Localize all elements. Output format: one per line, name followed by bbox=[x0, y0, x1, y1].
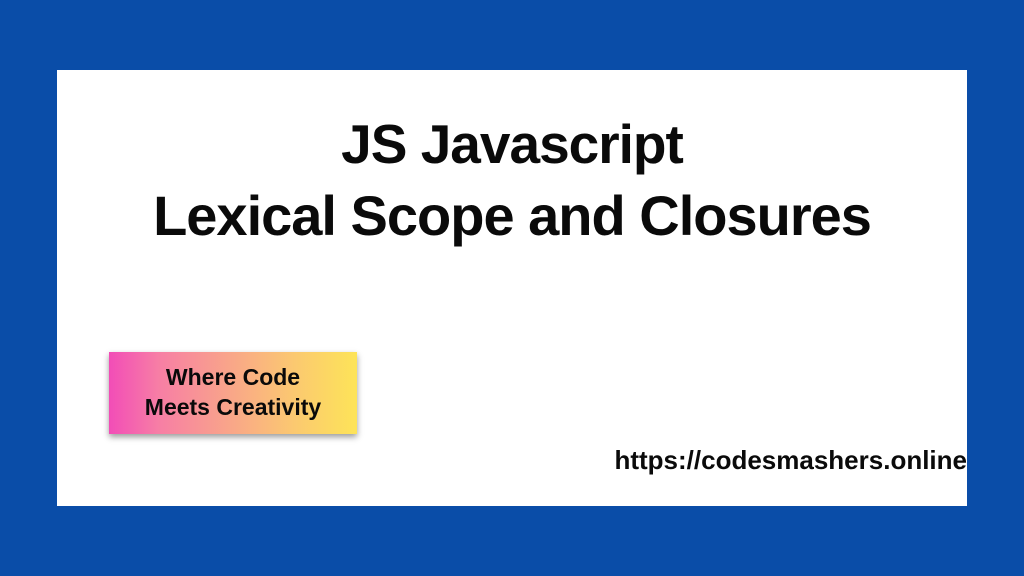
tagline-line-1: Where Code bbox=[166, 363, 300, 393]
site-url: https://codesmashers.online bbox=[614, 445, 967, 476]
title-block: JS Javascript Lexical Scope and Closures bbox=[57, 70, 967, 246]
title-line-1: JS Javascript bbox=[57, 114, 967, 175]
tagline-box: Where Code Meets Creativity bbox=[109, 352, 357, 434]
title-line-2: Lexical Scope and Closures bbox=[57, 185, 967, 247]
content-card: JS Javascript Lexical Scope and Closures… bbox=[57, 70, 967, 506]
tagline-line-2: Meets Creativity bbox=[145, 393, 321, 423]
